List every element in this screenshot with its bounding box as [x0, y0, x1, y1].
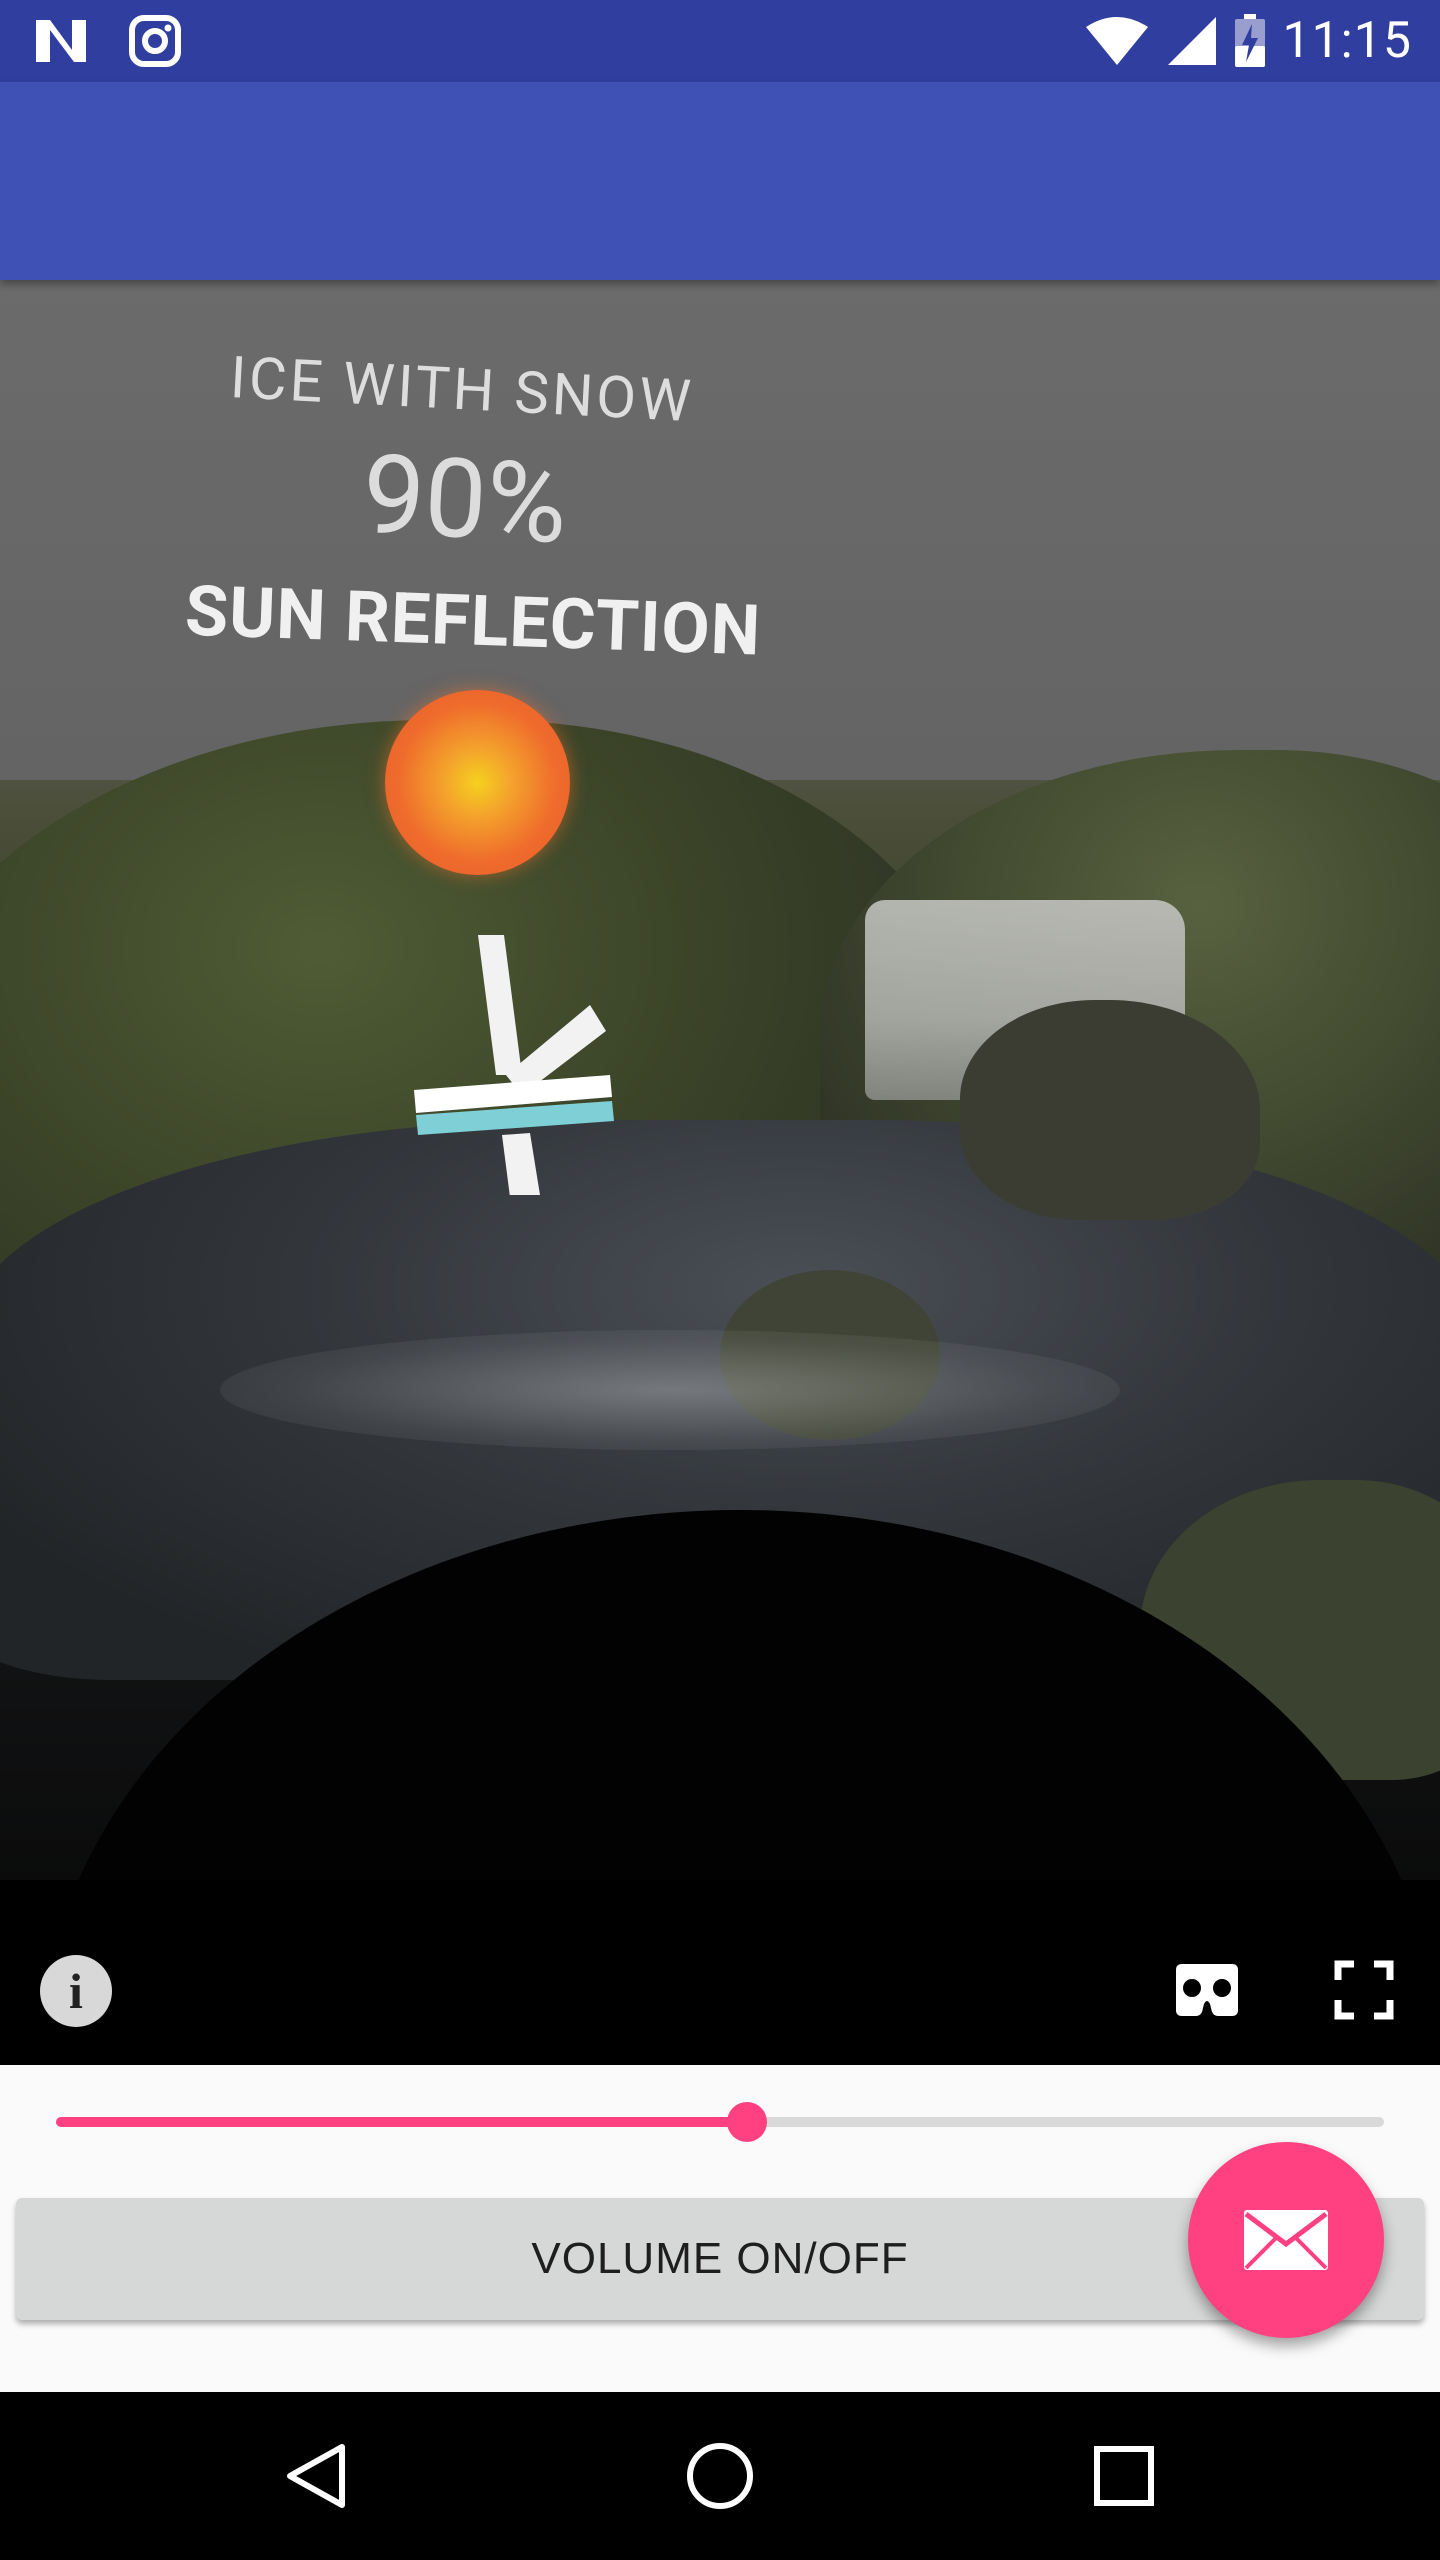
back-button[interactable] [236, 2392, 396, 2560]
email-icon [1244, 2210, 1328, 2270]
notification-n-icon [36, 20, 86, 62]
seek-slider-progress [56, 2117, 747, 2127]
email-fab[interactable] [1188, 2142, 1384, 2338]
fullscreen-icon[interactable] [1334, 1960, 1394, 2020]
sun-icon [385, 690, 570, 875]
recents-icon [1094, 2446, 1154, 2506]
instagram-icon [129, 15, 181, 67]
scene-rock [960, 1000, 1260, 1220]
reflection-symbol-icon [414, 935, 614, 1195]
recents-button[interactable] [1044, 2392, 1204, 2560]
overlay-percentage: 90% [359, 429, 571, 570]
app-bar [0, 82, 1440, 280]
cellular-signal-icon [1168, 17, 1217, 65]
status-clock: 11:15 [1282, 12, 1412, 70]
battery-charging-icon [1235, 14, 1266, 67]
cardboard-vr-icon[interactable] [1172, 1960, 1242, 2022]
wifi-icon [1086, 17, 1149, 65]
status-bar: 11:15 [0, 0, 1440, 82]
home-icon [687, 2443, 753, 2509]
info-icon[interactable]: i [40, 1955, 112, 2027]
scene-sky [0, 280, 1440, 780]
vr-video-view[interactable]: ICE WITH SNOW 90% SUN REFLECTION i [0, 280, 1440, 2065]
scene-rapids [220, 1330, 1120, 1450]
seek-slider[interactable] [56, 2102, 1384, 2142]
back-icon [287, 2444, 345, 2508]
navigation-bar [0, 2392, 1440, 2560]
seek-slider-thumb[interactable] [726, 2102, 767, 2142]
home-button[interactable] [640, 2392, 800, 2560]
